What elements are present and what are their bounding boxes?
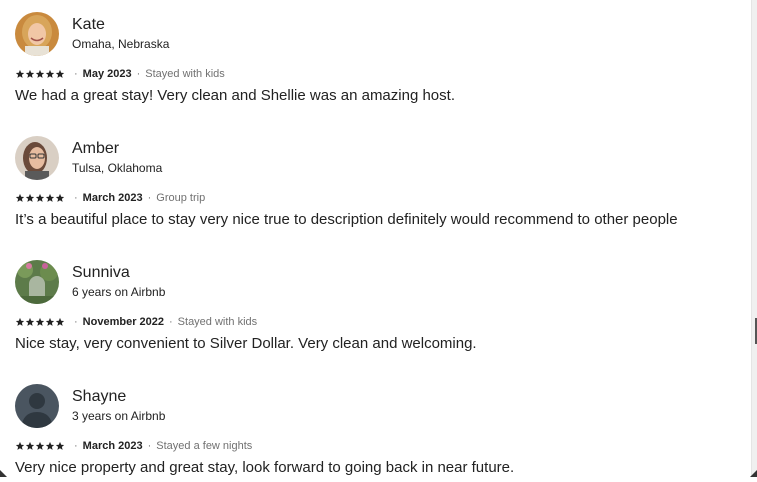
separator-dot: · (74, 316, 78, 328)
star-icon (15, 193, 25, 202)
review-text: Very nice property and great stay, look … (15, 459, 515, 476)
review-card: Shayne 3 years on Airbnb · March 2023 · … (0, 372, 750, 482)
review-card: Amber Tulsa, Oklahoma · March 2023 · Gro… (0, 124, 750, 234)
separator-dot: · (169, 316, 173, 328)
star-icon (45, 69, 55, 78)
star-rating (15, 69, 65, 79)
star-icon (25, 317, 35, 326)
star-icon (55, 193, 65, 202)
separator-dot: · (147, 440, 152, 452)
trip-type: Stayed with kids (145, 68, 225, 80)
avatar-photo-icon (15, 260, 59, 304)
resize-corner-icon (750, 470, 757, 477)
star-icon (25, 69, 35, 78)
review-meta: · March 2023 · Stayed a few nights (15, 439, 252, 453)
star-icon (45, 193, 55, 202)
review-date: March 2023 (82, 192, 143, 204)
star-icon (35, 317, 45, 326)
reviewer-name: Sunniva (72, 264, 130, 281)
reviewer-location: Tulsa, Oklahoma (72, 161, 163, 175)
review-meta: · November 2022 · Stayed with kids (15, 315, 257, 329)
separator-dot: · (147, 192, 152, 204)
trip-type: Stayed a few nights (156, 440, 253, 452)
star-rating (15, 317, 65, 327)
review-date: March 2023 (82, 440, 143, 452)
reviewer-tenure: 6 years on Airbnb (72, 285, 166, 299)
star-icon (35, 193, 45, 202)
avatar[interactable] (15, 260, 59, 304)
separator-dot: · (74, 192, 78, 204)
star-icon (55, 441, 65, 450)
avatar[interactable] (15, 384, 59, 428)
star-icon (15, 441, 25, 450)
reviewer-location: Omaha, Nebraska (72, 37, 170, 51)
trip-type: Group trip (156, 192, 206, 204)
review-meta: · May 2023 · Stayed with kids (15, 67, 225, 81)
avatar[interactable] (15, 136, 59, 180)
review-meta: · March 2023 · Group trip (15, 191, 205, 205)
review-card: Kate Omaha, Nebraska · May 2023 · Stayed… (0, 0, 750, 110)
separator-dot: · (74, 68, 78, 80)
star-icon (35, 69, 45, 78)
vertical-scrollbar[interactable] (751, 0, 757, 477)
review-text: Nice stay, very convenient to Silver Dol… (15, 335, 477, 352)
star-icon (35, 441, 45, 450)
star-icon (25, 441, 35, 450)
star-icon (45, 317, 55, 326)
reviewer-name: Kate (72, 16, 105, 33)
reviewer-name: Shayne (72, 388, 127, 405)
review-date: May 2023 (82, 68, 132, 80)
avatar-photo-icon (15, 12, 59, 56)
star-rating (15, 193, 65, 203)
resize-corner-icon (0, 470, 7, 477)
avatar-photo-icon (15, 136, 59, 180)
star-icon (55, 317, 65, 326)
reviewer-tenure: 3 years on Airbnb (72, 409, 166, 423)
separator-dot: · (74, 440, 78, 452)
star-icon (55, 69, 65, 78)
star-icon (45, 441, 55, 450)
star-icon (15, 317, 25, 326)
trip-type: Stayed with kids (177, 316, 258, 328)
user-silhouette-icon (15, 384, 59, 428)
review-card: Sunniva 6 years on Airbnb · November 202… (0, 248, 750, 358)
separator-dot: · (136, 68, 141, 80)
review-text: It’s a beautiful place to stay very nice… (15, 211, 678, 228)
review-date: November 2022 (82, 316, 164, 328)
reviewer-name: Amber (72, 140, 120, 157)
review-text: We had a great stay! Very clean and Shel… (15, 87, 455, 104)
star-icon (15, 69, 25, 78)
star-icon (25, 193, 35, 202)
avatar[interactable] (15, 12, 59, 56)
star-rating (15, 441, 65, 451)
